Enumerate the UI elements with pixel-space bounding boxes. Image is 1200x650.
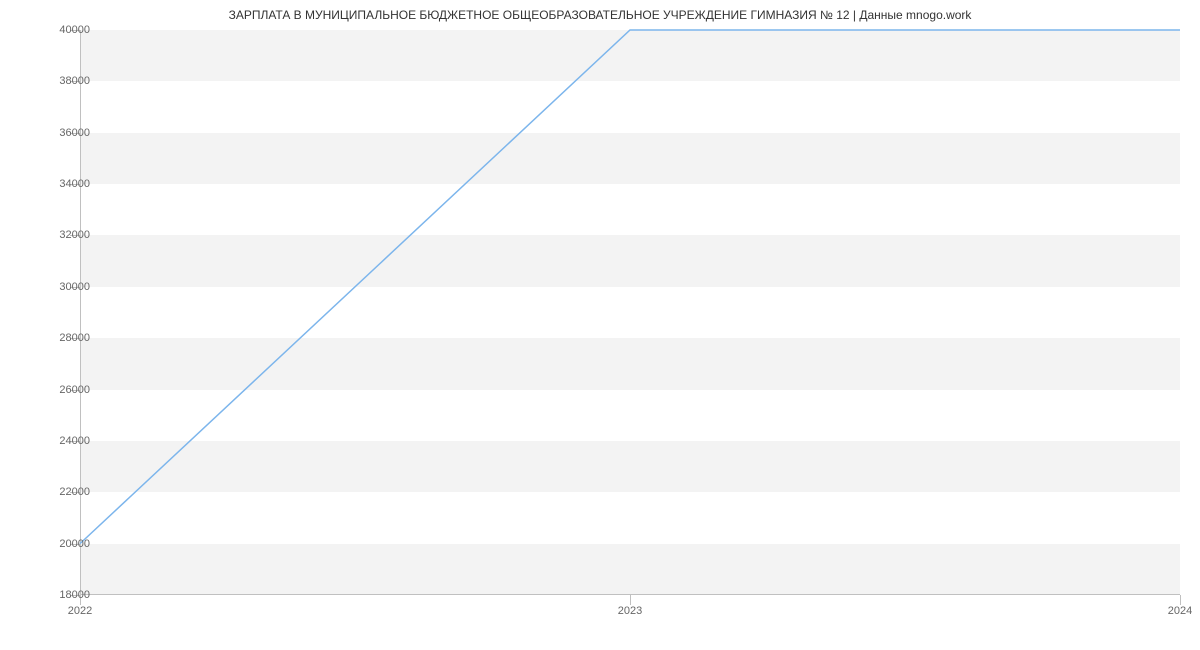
x-tick [630,595,631,605]
y-tick-label: 38000 [30,75,90,87]
y-tick-label: 40000 [30,24,90,36]
x-tick-label: 2022 [50,605,110,617]
y-tick-label: 36000 [30,127,90,139]
y-tick-label: 18000 [30,589,90,601]
y-tick-label: 20000 [30,538,90,550]
chart-title: ЗАРПЛАТА В МУНИЦИПАЛЬНОЕ БЮДЖЕТНОЕ ОБЩЕО… [0,8,1200,22]
y-tick-label: 24000 [30,435,90,447]
y-tick-label: 34000 [30,178,90,190]
x-tick-label: 2023 [600,605,660,617]
x-tick [1180,595,1181,605]
y-tick-label: 26000 [30,384,90,396]
line-series [80,30,1180,595]
y-tick-label: 28000 [30,332,90,344]
y-tick-label: 22000 [30,486,90,498]
y-tick-label: 30000 [30,281,90,293]
x-tick-label: 2024 [1150,605,1200,617]
y-tick-label: 32000 [30,229,90,241]
plot-area [80,30,1180,595]
